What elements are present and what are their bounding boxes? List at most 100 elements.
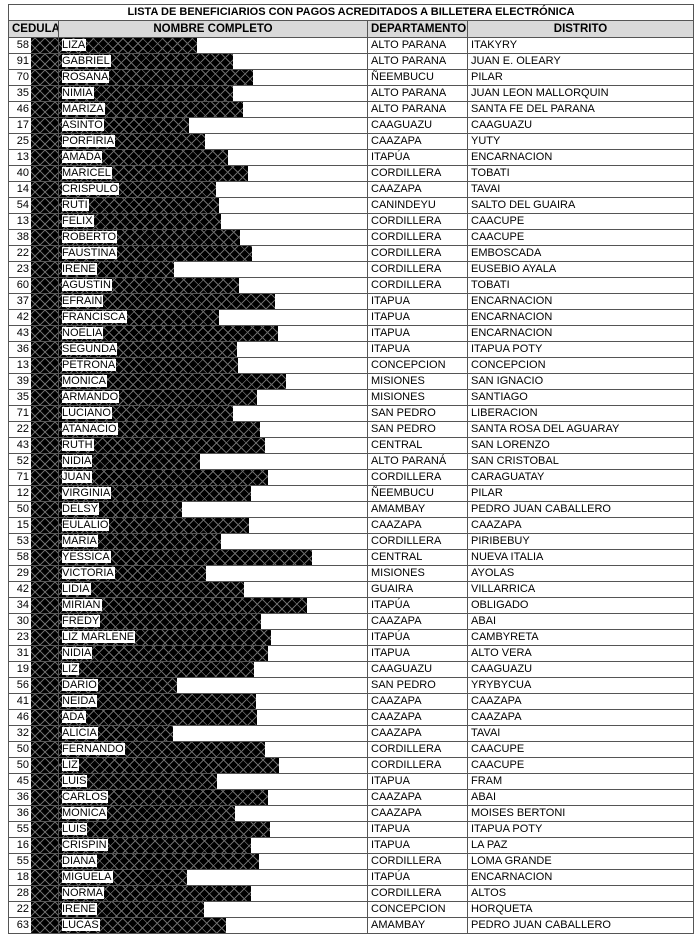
table-row: 50 LIZ CORDILLERA CAACUPE <box>8 757 695 774</box>
distrito-cell: ABAI <box>466 789 695 806</box>
redaction-block <box>31 358 58 373</box>
cedula-cell: 23 <box>8 629 59 646</box>
nombre-value: NIDIA <box>62 455 93 467</box>
cedula-value: 29 <box>16 567 30 579</box>
departamento-cell: CORDILLERA <box>367 853 468 870</box>
nombre-cell: ATANACIO <box>58 421 368 438</box>
cedula-value: 56 <box>16 679 30 691</box>
table-row: 30 FREDY CAAZAPA ABAI <box>8 613 695 630</box>
redaction-block <box>31 406 58 421</box>
nombre-value: CRISPULO <box>62 183 120 195</box>
table-row: 22 IRENE CONCEPCION HORQUETA <box>8 901 695 918</box>
distrito-cell: CARAGUATAY <box>466 469 695 486</box>
column-header-departamento: DEPARTAMENTO <box>367 20 468 38</box>
table-row: 56 DARIO SAN PEDRO YRYBYCUA <box>8 677 695 694</box>
distrito-cell: ENCARNACION <box>466 293 695 310</box>
table-row: 55 LUIS ITAPUA ITAPUA POTY <box>8 821 695 838</box>
nombre-value: ATANACIO <box>62 423 118 435</box>
nombre-value: RUTH <box>62 439 94 451</box>
cedula-cell: 29 <box>8 565 59 582</box>
cedula-cell: 23 <box>8 261 59 278</box>
departamento-cell: ITAPUA <box>367 341 468 358</box>
cedula-cell: 50 <box>8 501 59 518</box>
redaction-block <box>31 182 58 197</box>
cedula-value: 50 <box>16 743 30 755</box>
nombre-value: VICTORIA <box>62 567 115 579</box>
nombre-cell: FERNANDO <box>58 741 368 758</box>
distrito-cell: CAACUPE <box>466 213 695 230</box>
cedula-cell: 55 <box>8 821 59 838</box>
nombre-value: IRENE <box>62 903 97 915</box>
redaction-block <box>31 550 58 565</box>
nombre-cell: ROSANA <box>58 69 368 86</box>
nombre-value: LIZ <box>62 759 79 771</box>
nombre-cell: NIDIA <box>58 453 368 470</box>
nombre-value: FAUSTINA <box>62 247 117 259</box>
departamento-cell: MISIONES <box>367 565 468 582</box>
nombre-value: ALICIA <box>62 727 98 739</box>
departamento-cell: CAAGUAZU <box>367 661 468 678</box>
departamento-cell: CORDILLERA <box>367 245 468 262</box>
cedula-value: 17 <box>16 119 30 131</box>
table-row: 13 FELIX CORDILLERA CAACUPE <box>8 213 695 230</box>
distrito-cell: SANTA FE DEL PARANA <box>466 101 695 118</box>
cedula-cell: 36 <box>8 789 59 806</box>
table-row: 63 LUCAS AMAMBAY PEDRO JUAN CABALLERO <box>8 917 695 934</box>
nombre-cell: MONICA <box>58 805 368 822</box>
cedula-value: 36 <box>16 807 30 819</box>
cedula-cell: 45 <box>8 773 59 790</box>
cedula-value: 46 <box>16 103 30 115</box>
distrito-cell: EUSEBIO AYALA <box>466 261 695 278</box>
nombre-cell: ALICIA <box>58 725 368 742</box>
distrito-cell: JUAN LEON MALLORQUIN <box>466 85 695 102</box>
cedula-value: 16 <box>16 839 30 851</box>
cedula-cell: 22 <box>8 421 59 438</box>
redaction-block <box>31 758 58 773</box>
nombre-value: MARIZA <box>62 103 105 115</box>
cedula-value: 30 <box>16 615 30 627</box>
cedula-cell: 31 <box>8 645 59 662</box>
cedula-value: 37 <box>16 295 30 307</box>
nombre-cell: ASINTO <box>58 117 368 134</box>
cedula-cell: 46 <box>8 101 59 118</box>
nombre-cell: EULALIO <box>58 517 368 534</box>
redaction-block <box>31 38 58 53</box>
nombre-cell: NORMA <box>58 885 368 902</box>
redaction-block <box>31 486 58 501</box>
nombre-cell: FAUSTINA <box>58 245 368 262</box>
nombre-cell: LIZ <box>58 757 368 774</box>
cedula-value: 22 <box>16 423 30 435</box>
nombre-value: EULALIO <box>62 519 110 531</box>
distrito-cell: LOMA GRANDE <box>466 853 695 870</box>
header-row: CEDULA NOMBRE COMPLETO DEPARTAMENTO DIST… <box>8 20 695 38</box>
nombre-cell: ARMANDO <box>58 389 368 406</box>
redaction-block <box>31 662 58 677</box>
cedula-cell: 41 <box>8 693 59 710</box>
nombre-cell: ADA <box>58 709 368 726</box>
cedula-cell: 60 <box>8 277 59 294</box>
nombre-cell: EFRAIN <box>58 293 368 310</box>
redaction-block <box>31 518 58 533</box>
cedula-cell: 55 <box>8 853 59 870</box>
redaction-block <box>31 710 58 725</box>
nombre-value: IRENE <box>62 263 97 275</box>
table-row: 35 NIMIA ALTO PARANA JUAN LEON MALLORQUIN <box>8 85 695 102</box>
nombre-cell: DARIO <box>58 677 368 694</box>
table-row: 22 ATANACIO SAN PEDRO SANTA ROSA DEL AGUARA… <box>8 421 695 438</box>
table-row: 14 CRISPULO CAAZAPA TAVAI <box>8 181 695 198</box>
redaction-block <box>31 774 58 789</box>
cedula-value: 40 <box>16 167 30 179</box>
nombre-cell: DIANA <box>58 853 368 870</box>
departamento-cell: CORDILLERA <box>367 533 468 550</box>
departamento-cell: CAAZAPA <box>367 805 468 822</box>
cedula-cell: 12 <box>8 485 59 502</box>
cedula-value: 39 <box>16 375 30 387</box>
distrito-cell: CAAGUAZU <box>466 661 695 678</box>
redaction-block <box>31 86 58 101</box>
table-row: 58 LIZA ALTO PARANA ITAKYRY <box>8 37 695 54</box>
cedula-value: 43 <box>16 439 30 451</box>
departamento-cell: CONCEPCION <box>367 901 468 918</box>
distrito-cell: AYOLAS <box>466 565 695 582</box>
departamento-cell: CORDILLERA <box>367 741 468 758</box>
table-row: 60 AGUSTIN CORDILLERA TOBATI <box>8 277 695 294</box>
